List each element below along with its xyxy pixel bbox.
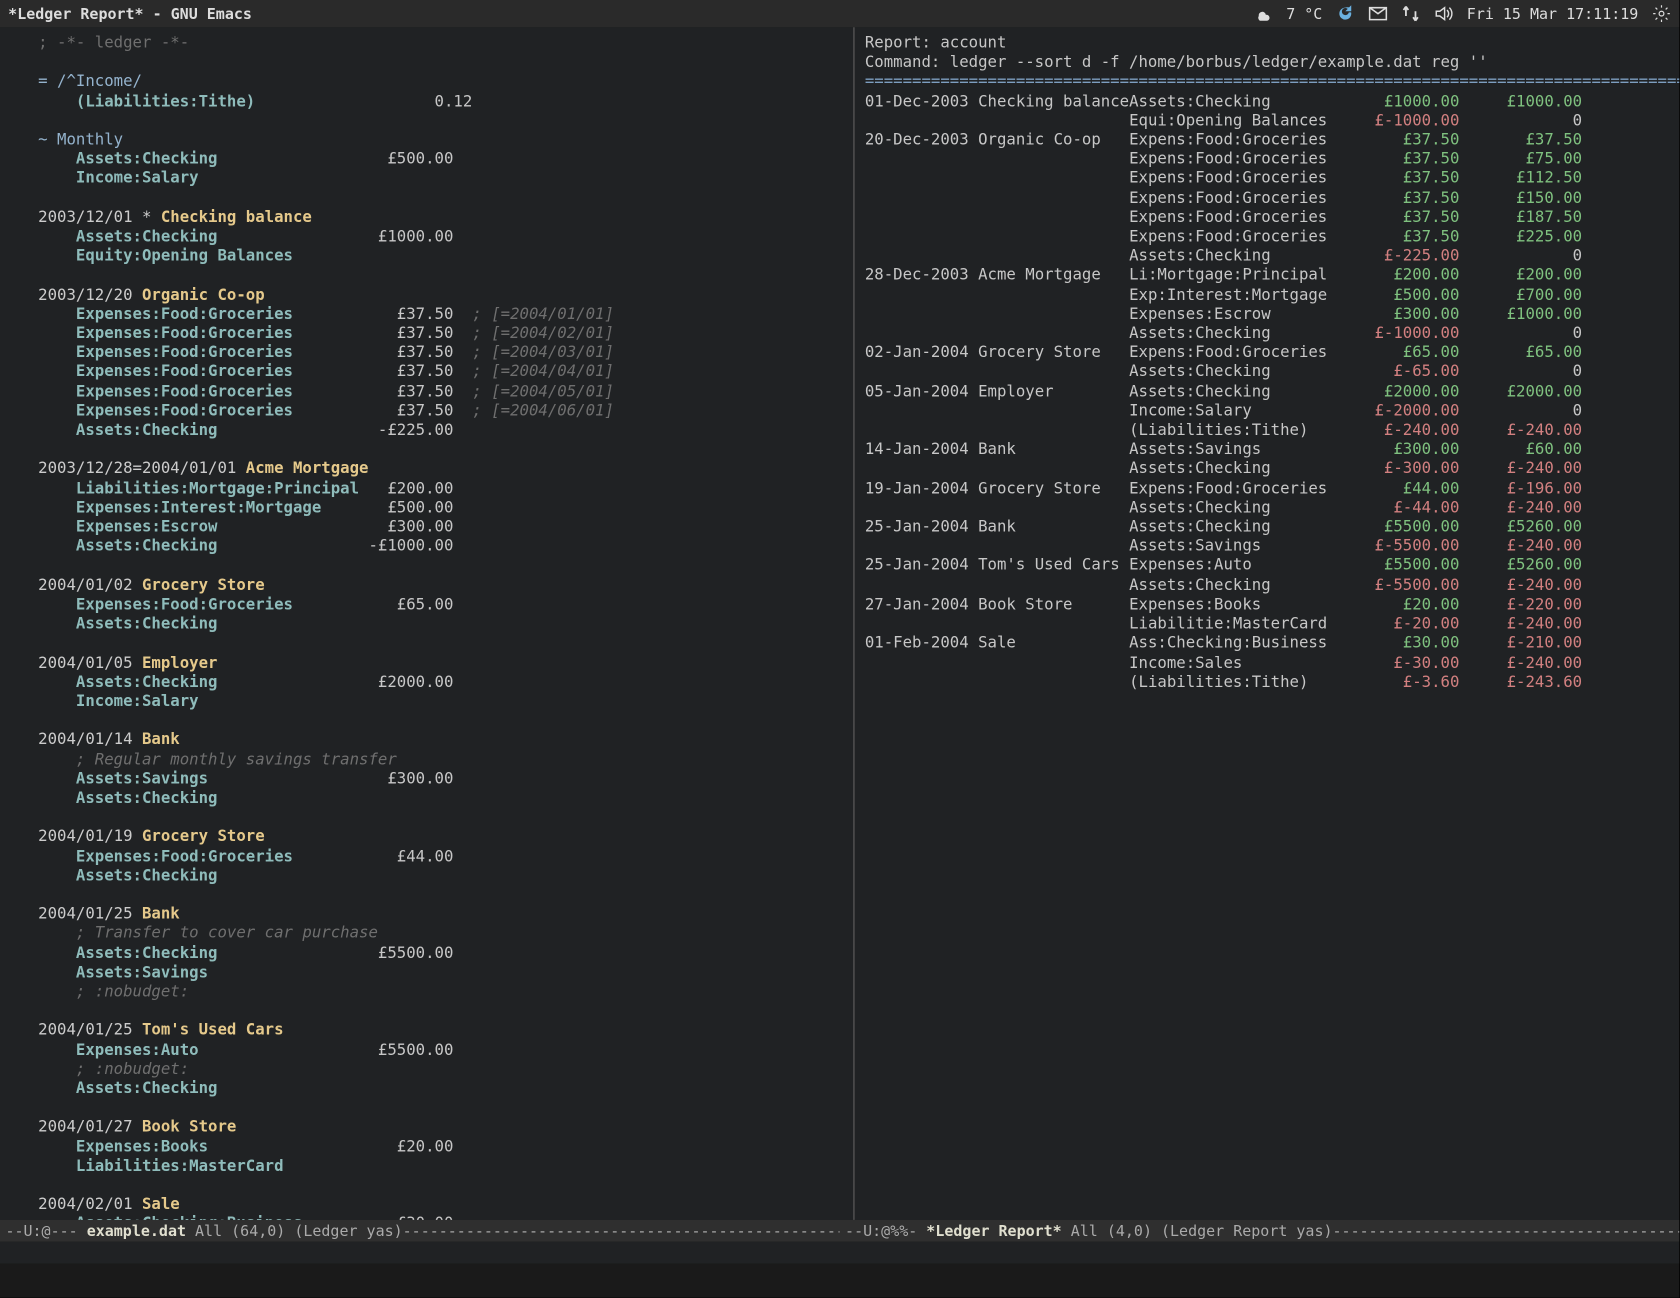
emacs-frame: ; -*- ledger -*- = /^Income/ (Liabilitie… (0, 27, 1679, 1220)
mail-icon[interactable] (1369, 4, 1388, 23)
echo-area[interactable] (0, 1242, 1679, 1264)
ledger-source-buffer[interactable]: ; -*- ledger -*- = /^Income/ (Liabilitie… (0, 27, 854, 1220)
ledger-report-buffer[interactable]: Report: account Command: ledger --sort d… (854, 27, 1679, 1220)
system-tray: 7 °C Fri 15 Mar 17:11:19 (1253, 4, 1671, 23)
window-title: *Ledger Report* - GNU Emacs (8, 5, 1253, 23)
weather-icon[interactable] (1253, 4, 1272, 23)
modeline-left: --U:@--- example.dat All (64,0) (Ledger … (0, 1222, 840, 1240)
volume-icon[interactable] (1434, 4, 1453, 23)
os-topbar: *Ledger Report* - GNU Emacs 7 °C Fri 15 … (0, 0, 1679, 27)
clock: Fri 15 Mar 17:11:19 (1467, 5, 1639, 23)
weather-text: 7 °C (1286, 5, 1322, 23)
modeline: --U:@--- example.dat All (64,0) (Ledger … (0, 1220, 1679, 1242)
settings-icon[interactable] (1652, 4, 1671, 23)
modeline-right: --U:@%%- *Ledger Report* All (4,0) (Ledg… (840, 1222, 1680, 1240)
refresh-icon[interactable] (1336, 4, 1355, 23)
network-icon[interactable] (1401, 4, 1420, 23)
